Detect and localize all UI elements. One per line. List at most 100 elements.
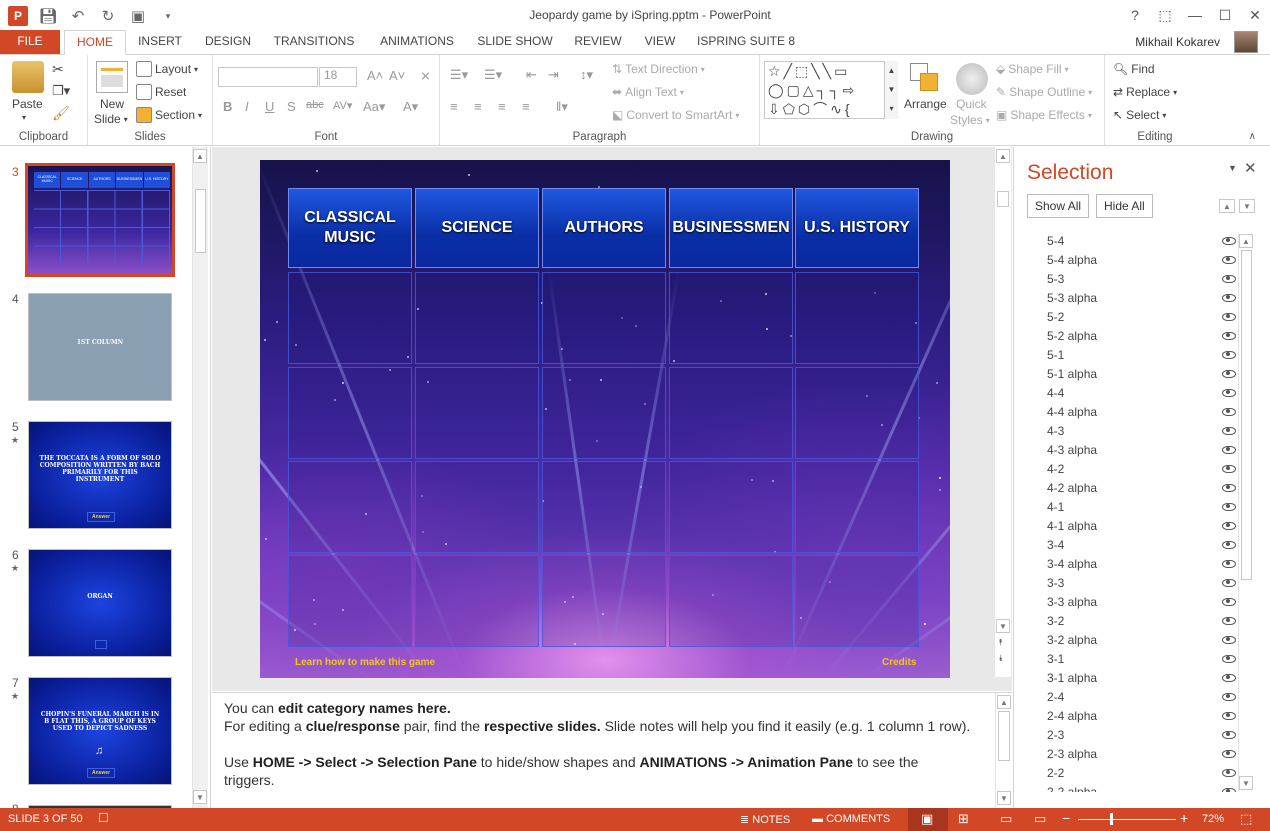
visibility-eye-icon[interactable] bbox=[1222, 351, 1236, 359]
selection-list-item[interactable]: 5-3 bbox=[1047, 270, 1227, 289]
category-header[interactable]: BUSINESSMEN bbox=[669, 188, 793, 268]
tab-view[interactable]: VIEW bbox=[640, 30, 680, 54]
tab-ispring-suite[interactable]: ISPRING SUITE 8 bbox=[696, 30, 796, 54]
visibility-eye-icon[interactable] bbox=[1222, 655, 1236, 663]
selection-scrollbar[interactable]: ▲ ▼ bbox=[1238, 234, 1254, 792]
clear-formatting-icon[interactable]: ⨯ bbox=[420, 68, 431, 84]
close-pane-icon[interactable]: ✕ bbox=[1244, 159, 1257, 177]
visibility-eye-icon[interactable] bbox=[1222, 750, 1236, 758]
slide-show-icon[interactable]: ▭ bbox=[1034, 811, 1046, 827]
selection-list-item[interactable]: 2-3 bbox=[1047, 726, 1227, 745]
question-cell[interactable] bbox=[542, 272, 666, 364]
tab-transitions[interactable]: TRANSITIONS bbox=[268, 30, 360, 54]
visibility-eye-icon[interactable] bbox=[1222, 370, 1236, 378]
pane-options-icon[interactable]: ▼ bbox=[1228, 163, 1237, 173]
change-case-icon[interactable]: Aa▾ bbox=[363, 99, 385, 115]
reading-view-icon[interactable]: ▭ bbox=[1000, 811, 1012, 827]
thumbnail-slide-5[interactable]: THE TOCCATA IS A FORM OF SOLO COMPOSITIO… bbox=[28, 421, 172, 529]
shape-effects-button[interactable]: ▣ Shape Effects ▾ bbox=[996, 108, 1092, 122]
font-name-combo[interactable] bbox=[218, 67, 318, 87]
scroll-up-icon[interactable]: ▲ bbox=[996, 149, 1010, 163]
question-cell[interactable] bbox=[288, 555, 412, 647]
bring-forward-icon[interactable]: ▲ bbox=[1219, 199, 1235, 213]
decrease-indent-icon[interactable]: ⇤ bbox=[526, 67, 537, 83]
quick-styles-button[interactable]: Styles ▾ bbox=[950, 113, 990, 127]
paste-icon[interactable] bbox=[12, 61, 44, 93]
notes-toggle[interactable]: ≣ NOTES bbox=[740, 813, 790, 826]
copy-icon[interactable]: ❐▾ bbox=[52, 83, 70, 99]
visibility-eye-icon[interactable] bbox=[1222, 313, 1236, 321]
font-color-icon[interactable]: A▾ bbox=[403, 99, 418, 115]
question-cell[interactable] bbox=[415, 272, 539, 364]
visibility-eye-icon[interactable] bbox=[1222, 788, 1236, 792]
numbering-icon[interactable]: ☰▾ bbox=[484, 67, 502, 83]
visibility-eye-icon[interactable] bbox=[1222, 712, 1236, 720]
zoom-slider[interactable] bbox=[1078, 819, 1176, 820]
question-cell[interactable] bbox=[288, 367, 412, 459]
visibility-eye-icon[interactable] bbox=[1222, 560, 1236, 568]
selection-list-item[interactable]: 5-4 bbox=[1047, 232, 1227, 251]
editor-scrollbar[interactable]: ▲ ▼ ⯭ ⯯ bbox=[994, 147, 1011, 677]
thumbnail-slide-6[interactable]: ORGAN bbox=[28, 549, 172, 657]
comments-toggle[interactable]: ▬ COMMENTS bbox=[812, 813, 890, 825]
selection-list-item[interactable]: 3-4 alpha bbox=[1047, 555, 1227, 574]
visibility-eye-icon[interactable] bbox=[1222, 332, 1236, 340]
tab-design[interactable]: DESIGN bbox=[200, 30, 256, 54]
align-text-button[interactable]: ⬌ Align Text ▾ bbox=[612, 85, 684, 99]
thumbnail-slide-4[interactable]: 1ST COLUMN bbox=[28, 293, 172, 401]
underline-icon[interactable]: U bbox=[265, 99, 274, 114]
fit-to-window-icon[interactable]: ⬚ bbox=[1240, 811, 1252, 827]
question-cell[interactable] bbox=[669, 555, 793, 647]
quick-styles-label-1[interactable]: Quick bbox=[956, 97, 987, 111]
new-slide-label-1[interactable]: New bbox=[100, 97, 124, 111]
selection-list-item[interactable]: 3-4 bbox=[1047, 536, 1227, 555]
selection-list-item[interactable]: 3-3 alpha bbox=[1047, 593, 1227, 612]
thumbnails-scrollbar[interactable]: ▲ ▼ bbox=[192, 147, 208, 808]
tab-file[interactable]: FILE bbox=[0, 30, 60, 54]
credits-link[interactable]: Credits bbox=[882, 657, 916, 668]
question-cell[interactable] bbox=[795, 461, 919, 553]
italic-icon[interactable]: I bbox=[245, 99, 249, 114]
thumbnail-slide-3[interactable]: CLASSICAL MUSIC SCIENCE AUTHORS BUSINESS… bbox=[25, 163, 175, 277]
visibility-eye-icon[interactable] bbox=[1222, 598, 1236, 606]
selection-list-item[interactable]: 4-3 bbox=[1047, 422, 1227, 441]
learn-how-link[interactable]: Learn how to make this game bbox=[295, 657, 435, 668]
selection-list-item[interactable]: 5-2 alpha bbox=[1047, 327, 1227, 346]
question-cell[interactable] bbox=[542, 555, 666, 647]
category-header[interactable]: SCIENCE bbox=[415, 188, 539, 268]
zoom-level[interactable]: 72% bbox=[1202, 813, 1224, 825]
notes-pane[interactable]: You can edit category names here. For ed… bbox=[212, 692, 1012, 809]
arrange-button[interactable]: Arrange bbox=[904, 97, 947, 111]
shapes-gallery[interactable]: ☆╱⬚╲╲▭ ◯▢△┐┐⇨ ⇩⬠⬡⌒∿{ bbox=[764, 61, 898, 119]
category-header[interactable]: AUTHORS bbox=[542, 188, 666, 268]
reset-button[interactable]: Reset bbox=[136, 84, 186, 100]
current-slide[interactable]: CLASSICAL MUSIC SCIENCE AUTHORS BUSINESSMEN… bbox=[260, 160, 950, 678]
user-name[interactable]: Mikhail Kokarev bbox=[1135, 35, 1220, 49]
layout-button[interactable]: Layout ▾ bbox=[136, 61, 198, 77]
format-painter-icon[interactable]: 🖌︎ bbox=[52, 105, 70, 122]
question-cell[interactable] bbox=[415, 367, 539, 459]
visibility-eye-icon[interactable] bbox=[1222, 465, 1236, 473]
undo-icon[interactable]: ↶ bbox=[68, 6, 88, 26]
zoom-in-icon[interactable]: + bbox=[1180, 810, 1188, 826]
visibility-eye-icon[interactable] bbox=[1222, 237, 1236, 245]
find-button[interactable]: 🔍︎ Find bbox=[1113, 62, 1155, 76]
zoom-slider-thumb[interactable] bbox=[1110, 813, 1113, 825]
selection-list-item[interactable]: 5-1 bbox=[1047, 346, 1227, 365]
selection-list-item[interactable]: 3-1 alpha bbox=[1047, 669, 1227, 688]
visibility-eye-icon[interactable] bbox=[1222, 275, 1236, 283]
selection-list-item[interactable]: 4-1 alpha bbox=[1047, 517, 1227, 536]
selection-list-item[interactable]: 5-4 alpha bbox=[1047, 251, 1227, 270]
selection-list-item[interactable]: 4-2 bbox=[1047, 460, 1227, 479]
tab-insert[interactable]: INSERT bbox=[132, 30, 188, 54]
minimize-icon[interactable]: — bbox=[1180, 0, 1210, 30]
shrink-font-icon[interactable]: A˅ bbox=[389, 68, 405, 83]
help-icon[interactable]: ? bbox=[1120, 0, 1150, 30]
strikethrough-icon[interactable]: abc bbox=[306, 99, 324, 111]
thumbnail-slide-7[interactable]: CHOPIN'S FUNERAL MARCH IS IN B FLAT THIS… bbox=[28, 677, 172, 785]
visibility-eye-icon[interactable] bbox=[1222, 522, 1236, 530]
scroll-up-icon[interactable]: ▲ bbox=[193, 149, 207, 163]
scrollbar-thumb[interactable] bbox=[195, 189, 206, 253]
selection-list-item[interactable]: 4-2 alpha bbox=[1047, 479, 1227, 498]
selection-list-item[interactable]: 3-3 bbox=[1047, 574, 1227, 593]
